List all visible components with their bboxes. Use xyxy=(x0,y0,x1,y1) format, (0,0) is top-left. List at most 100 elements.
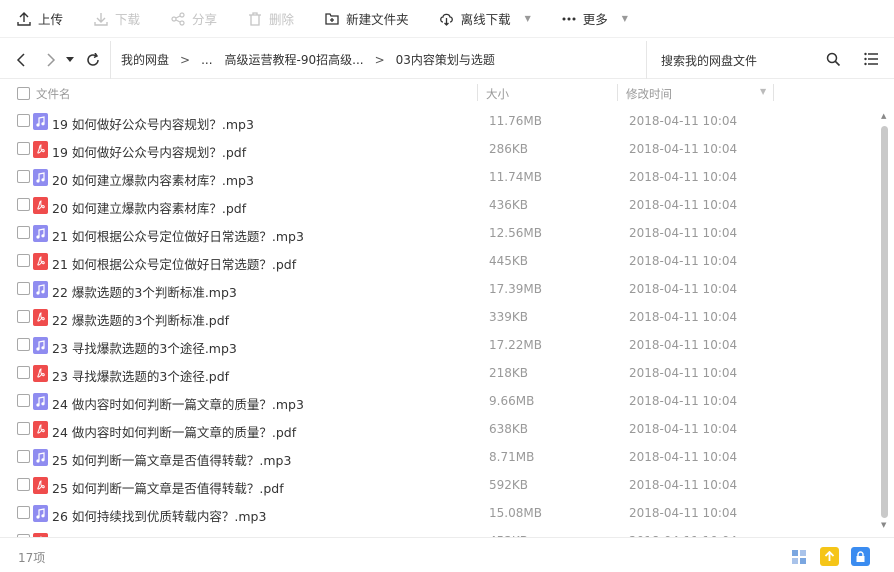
file-modified-time: 2018-04-11 10:04 xyxy=(629,394,738,408)
column-header-size[interactable]: 大小 xyxy=(486,86,509,102)
breadcrumb-current-folder[interactable]: 03内容策划与选题 xyxy=(396,51,495,68)
row-checkbox[interactable] xyxy=(17,338,30,351)
table-row[interactable]: 22 爆款选题的3个判断标准.mp3 17.39MB 2018-04-11 10:0… xyxy=(0,275,878,303)
file-modified-time: 2018-04-11 10:04 xyxy=(629,366,738,380)
delete-button[interactable]: 删除 xyxy=(247,0,294,38)
row-checkbox[interactable] xyxy=(17,450,30,463)
music-file-icon xyxy=(33,113,48,130)
row-checkbox[interactable] xyxy=(17,506,30,519)
table-row[interactable]: 22 爆款选题的3个判断标准.pdf 339KB 2018-04-11 10:04 xyxy=(0,303,878,331)
file-name[interactable]: 24 做内容时如何判断一篇文章的质量？.pdf xyxy=(52,422,296,441)
search-input[interactable]: 搜索我的网盘文件 xyxy=(646,41,856,79)
file-name[interactable]: 19 如何做好公众号内容规划？.pdf xyxy=(52,142,246,161)
row-checkbox[interactable] xyxy=(17,394,30,407)
table-row[interactable]: 24 做内容时如何判断一篇文章的质量？.pdf 638KB 2018-04-11 1… xyxy=(0,415,878,443)
file-name[interactable]: 23 寻找爆款选题的3个途径.pdf xyxy=(52,366,229,385)
row-checkbox[interactable] xyxy=(17,254,30,267)
scrollbar[interactable]: ▲ ▼ xyxy=(878,112,892,537)
music-file-icon xyxy=(33,393,48,410)
row-checkbox[interactable] xyxy=(17,142,30,155)
column-header-modified[interactable]: 修改时间 xyxy=(626,86,672,102)
file-name[interactable]: 21 如何根据公众号定位做好日常选题？.pdf xyxy=(52,254,296,273)
new-folder-button[interactable]: 新建文件夹 xyxy=(324,0,409,38)
select-all-checkbox[interactable] xyxy=(17,87,30,100)
chevron-down-icon[interactable]: ▼ xyxy=(525,14,531,23)
row-checkbox[interactable] xyxy=(17,310,30,323)
scrollbar-thumb[interactable] xyxy=(881,126,888,518)
music-file-icon xyxy=(33,449,48,466)
breadcrumb-root[interactable]: 我的网盘 xyxy=(121,51,169,68)
file-name[interactable]: 23 寻找爆款选题的3个途径.mp3 xyxy=(52,338,237,357)
file-name[interactable]: 20 如何建立爆款内容素材库？.pdf xyxy=(52,198,246,217)
list-view-icon[interactable] xyxy=(864,52,879,69)
table-row[interactable]: 19 如何做好公众号内容规划？.pdf 286KB 2018-04-11 10:04 xyxy=(0,135,878,163)
table-row[interactable]: 21 如何根据公众号定位做好日常选题？.pdf 445KB 2018-04-11 1… xyxy=(0,247,878,275)
table-row[interactable]: 26 如何持续找到优质转载内容？.mp3 15.08MB 2018-04-11 10… xyxy=(0,499,878,527)
refresh-icon[interactable] xyxy=(82,49,104,71)
chevron-down-icon[interactable]: ▼ xyxy=(622,14,628,23)
row-checkbox[interactable] xyxy=(17,282,30,295)
table-row[interactable]: 26 如何持续找到优质转载内容？.pdf453KB2018-04-11 10:0… xyxy=(0,527,878,537)
lock-icon[interactable] xyxy=(851,547,870,566)
offline-download-label: 离线下载 xyxy=(460,12,511,27)
file-name[interactable]: 26 如何持续找到优质转载内容？.mp3 xyxy=(52,506,266,525)
table-row[interactable]: 19 如何做好公众号内容规划？.mp3 11.76MB 2018-04-11 10:… xyxy=(0,107,878,135)
row-checkbox[interactable] xyxy=(17,478,30,491)
file-modified-time: 2018-04-11 10:04 xyxy=(629,422,738,436)
table-row[interactable]: 23 寻找爆款选题的3个途径.pdf 218KB 2018-04-11 10:04 xyxy=(0,359,878,387)
back-icon[interactable] xyxy=(10,49,32,71)
file-name[interactable]: 20 如何建立爆款内容素材库？.mp3 xyxy=(52,170,254,189)
breadcrumb: 我的网盘 > ... 高级运营教程-90招高级... > 03内容策划与选题 xyxy=(110,40,495,79)
music-file-icon xyxy=(33,225,48,242)
scroll-up-arrow-icon[interactable]: ▲ xyxy=(881,112,886,120)
table-row[interactable]: 21 如何根据公众号定位做好日常选题？.mp3 12.56MB 2018-04-11… xyxy=(0,219,878,247)
more-label: 更多 xyxy=(582,12,608,27)
file-name[interactable]: 25 如何判断一篇文章是否值得转载？.pdf xyxy=(52,478,284,497)
offline-download-button[interactable]: 离线下载 ▼ xyxy=(439,0,531,38)
search-icon[interactable] xyxy=(826,52,841,70)
file-name[interactable]: 22 爆款选题的3个判断标准.mp3 xyxy=(52,282,237,301)
table-row[interactable]: 20 如何建立爆款内容素材库？.pdf 436KB 2018-04-11 10:04 xyxy=(0,191,878,219)
file-name[interactable]: 21 如何根据公众号定位做好日常选题？.mp3 xyxy=(52,226,304,245)
upload-arrow-icon[interactable] xyxy=(820,547,839,566)
column-divider[interactable] xyxy=(617,84,618,101)
music-file-icon xyxy=(33,281,48,298)
column-divider[interactable] xyxy=(773,84,774,101)
share-label: 分享 xyxy=(192,12,218,27)
breadcrumb-parent-folder[interactable]: 高级运营教程-90招高级... xyxy=(225,51,364,68)
download-button[interactable]: 下载 xyxy=(93,0,140,38)
pdf-file-icon xyxy=(33,365,48,382)
file-modified-time: 2018-04-11 10:04 xyxy=(629,478,738,492)
row-checkbox[interactable] xyxy=(17,422,30,435)
breadcrumb-ellipsis[interactable]: ... xyxy=(201,53,212,67)
table-row[interactable]: 25 如何判断一篇文章是否值得转载？.pdf 592KB 2018-04-11 10… xyxy=(0,471,878,499)
row-checkbox[interactable] xyxy=(17,114,30,127)
upload-button[interactable]: 上传 xyxy=(16,0,63,38)
upload-icon xyxy=(16,11,32,27)
row-checkbox[interactable] xyxy=(17,226,30,239)
forward-icon[interactable] xyxy=(40,49,62,71)
column-header-name[interactable]: 文件名 xyxy=(36,86,71,102)
scroll-down-arrow-icon[interactable]: ▼ xyxy=(881,521,886,529)
file-modified-time: 2018-04-11 10:04 xyxy=(629,282,738,296)
more-button[interactable]: 更多 ▼ xyxy=(561,0,628,38)
grid-view-icon[interactable] xyxy=(789,547,808,566)
sort-arrow-icon[interactable]: ▼ xyxy=(760,87,766,96)
row-checkbox[interactable] xyxy=(17,198,30,211)
file-modified-time: 2018-04-11 10:04 xyxy=(629,506,738,520)
share-button[interactable]: 分享 xyxy=(170,0,217,38)
row-checkbox[interactable] xyxy=(17,170,30,183)
table-row[interactable]: 20 如何建立爆款内容素材库？.mp3 11.74MB 2018-04-11 10:… xyxy=(0,163,878,191)
row-checkbox[interactable] xyxy=(17,366,30,379)
file-name[interactable]: 22 爆款选题的3个判断标准.pdf xyxy=(52,310,229,329)
table-row[interactable]: 23 寻找爆款选题的3个途径.mp3 17.22MB 2018-04-11 10:0… xyxy=(0,331,878,359)
file-size: 218KB xyxy=(489,366,529,380)
file-name[interactable]: 24 做内容时如何判断一篇文章的质量？.mp3 xyxy=(52,394,304,413)
file-name[interactable]: 19 如何做好公众号内容规划？.mp3 xyxy=(52,114,254,133)
column-divider[interactable] xyxy=(477,84,478,101)
table-row[interactable]: 24 做内容时如何判断一篇文章的质量？.mp3 9.66MB 2018-04-11 … xyxy=(0,387,878,415)
table-row[interactable]: 25 如何判断一篇文章是否值得转载？.mp3 8.71MB 2018-04-11 1… xyxy=(0,443,878,471)
file-name[interactable]: 25 如何判断一篇文章是否值得转载？.mp3 xyxy=(52,450,291,469)
history-dropdown-icon[interactable] xyxy=(64,49,76,71)
file-size: 9.66MB xyxy=(489,394,535,408)
